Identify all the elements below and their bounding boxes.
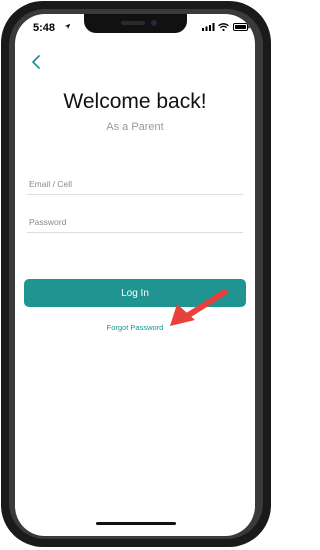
speaker-grille xyxy=(121,21,145,25)
password-input[interactable] xyxy=(27,217,245,227)
front-camera xyxy=(151,20,157,26)
page-title: Welcome back! xyxy=(63,90,207,113)
location-arrow-icon xyxy=(64,23,71,30)
home-indicator xyxy=(96,522,176,525)
battery-icon xyxy=(233,23,250,31)
wifi-icon xyxy=(218,23,229,31)
annotation-arrow-icon xyxy=(170,289,228,326)
password-field xyxy=(27,209,245,233)
email-input[interactable] xyxy=(27,179,245,189)
signal-icon xyxy=(202,23,215,31)
device-notch xyxy=(84,14,187,33)
app-screen: 5:48 Welcome back! As a Parent Log In Fo… xyxy=(15,14,255,536)
back-chevron-icon xyxy=(32,55,40,69)
email-field xyxy=(27,171,245,195)
status-time: 5:48 xyxy=(33,22,56,34)
page-subtitle: As a Parent xyxy=(106,121,164,133)
back-button[interactable] xyxy=(29,53,45,71)
